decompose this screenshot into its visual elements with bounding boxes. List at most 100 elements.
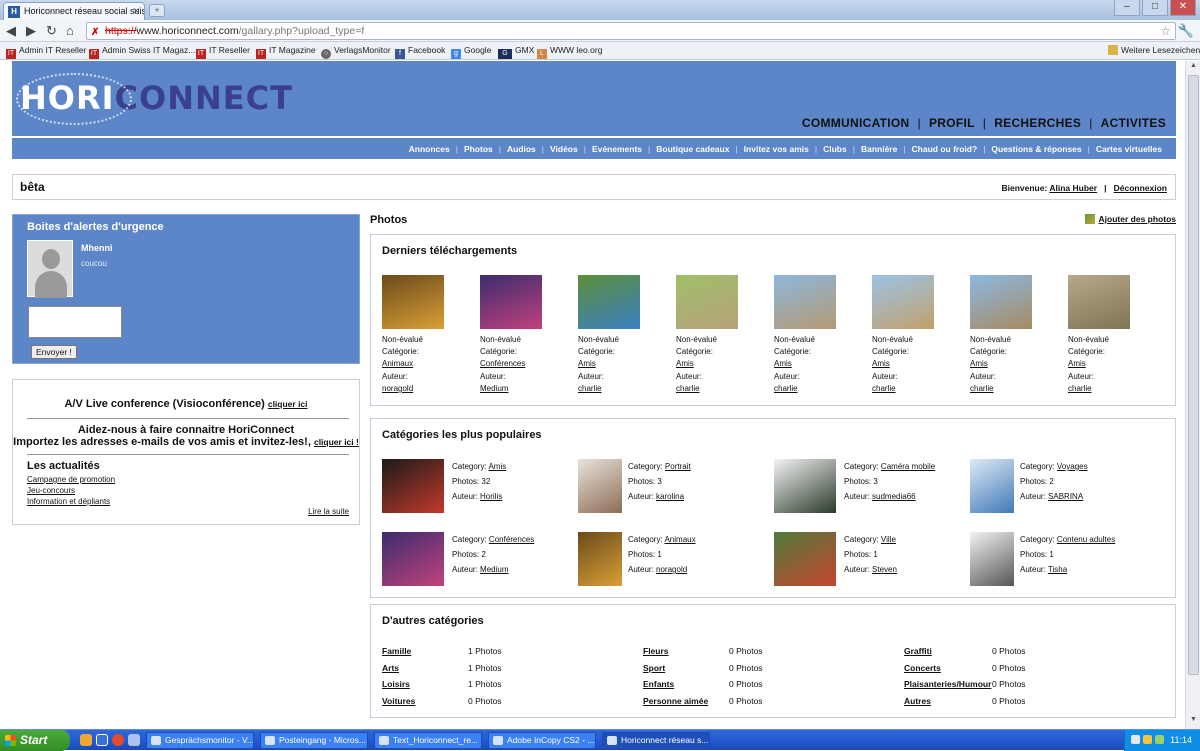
photo-thumbnail[interactable] xyxy=(382,275,444,329)
category-link[interactable]: Amis xyxy=(578,358,658,370)
bookmark-item[interactable]: IT IT Reseller xyxy=(196,45,250,59)
news-link[interactable]: Campagne de promotion xyxy=(27,474,115,485)
category-link[interactable]: Amis xyxy=(872,358,952,370)
close-window-icon[interactable]: ✕ xyxy=(1170,0,1196,16)
show-desktop-icon[interactable] xyxy=(128,734,140,746)
photo-thumbnail[interactable] xyxy=(774,275,836,329)
minimize-icon[interactable]: – xyxy=(1114,0,1140,16)
site-logo[interactable]: HORICONNECT xyxy=(16,73,293,125)
author-link[interactable]: Steven xyxy=(872,565,897,574)
category-thumbnail[interactable] xyxy=(970,532,1014,586)
photo-thumbnail[interactable] xyxy=(970,275,1032,329)
category-link[interactable]: Amis xyxy=(970,358,1050,370)
taskbar-item[interactable]: Text_Horiconnect_re... xyxy=(374,732,482,749)
author-link[interactable]: charlie xyxy=(578,383,658,395)
category-link[interactable]: Caméra mobile xyxy=(881,462,935,471)
quicklaunch-icon[interactable] xyxy=(80,734,92,746)
subnav-photos[interactable]: Photos xyxy=(458,144,499,154)
bookmark-item[interactable]: IT Admin Swiss IT Magaz... xyxy=(89,45,195,59)
scrollbar-thumb[interactable] xyxy=(1188,75,1199,675)
other-category-link[interactable]: Personne aimée xyxy=(643,693,708,709)
category-thumbnail[interactable] xyxy=(578,532,622,586)
scroll-down-icon[interactable]: ▼ xyxy=(1188,716,1199,728)
other-category-link[interactable]: Enfants xyxy=(643,676,674,692)
subnav-questions[interactable]: Questions & réponses xyxy=(985,144,1087,154)
other-category-link[interactable]: Fleurs xyxy=(643,643,669,659)
scroll-up-icon[interactable]: ▲ xyxy=(1188,62,1199,74)
new-tab-button[interactable]: + xyxy=(149,4,165,17)
photo-thumbnail[interactable] xyxy=(676,275,738,329)
subnav-audios[interactable]: Audios xyxy=(501,144,542,154)
nav-activites[interactable]: ACTIVITES xyxy=(1101,116,1166,130)
subnav-evenements[interactable]: Evénements xyxy=(586,144,648,154)
category-link[interactable]: Conférences xyxy=(489,535,534,544)
bookmark-item[interactable]: ○ VerlagsMonitor xyxy=(321,45,391,59)
user-name-link[interactable]: Alina Huber xyxy=(1049,183,1097,193)
photo-thumbnail[interactable] xyxy=(872,275,934,329)
reload-icon[interactable]: ↻ xyxy=(46,23,57,39)
bookmark-item[interactable]: L WWW leo.org xyxy=(537,45,602,59)
wrench-menu-icon[interactable]: 🔧 xyxy=(1178,23,1194,39)
category-thumbnail[interactable] xyxy=(382,459,444,513)
bookmark-star-icon[interactable]: ☆ xyxy=(1160,23,1171,39)
other-bookmarks[interactable]: Weitere Lesezeichen xyxy=(1108,45,1200,55)
category-link[interactable]: Contenu adultes xyxy=(1057,535,1115,544)
news-link[interactable]: Information et dépliants xyxy=(27,496,115,507)
author-link[interactable]: noragold xyxy=(382,383,462,395)
taskbar-item[interactable]: Posteingang - Micros... xyxy=(260,732,368,749)
page-scrollbar[interactable]: ▲ ▼ xyxy=(1185,61,1200,729)
chrome-icon[interactable] xyxy=(112,734,124,746)
close-tab-icon[interactable]: ✕ xyxy=(132,6,140,17)
alert-user-name[interactable]: Mhenni xyxy=(81,243,113,253)
taskbar-item[interactable]: Adobe InCopy CS2 - ... xyxy=(488,732,596,749)
author-link[interactable]: Medium xyxy=(480,383,560,395)
av-conference-link[interactable]: cliquer ici xyxy=(268,399,308,409)
other-category-link[interactable]: Plaisanteries/Humour xyxy=(904,676,991,692)
subnav-boutique[interactable]: Boutique cadeaux xyxy=(650,144,735,154)
author-link[interactable]: Medium xyxy=(480,565,508,574)
alert-message-input[interactable] xyxy=(28,306,122,338)
subnav-annonces[interactable]: Annonces xyxy=(403,144,456,154)
taskbar-item[interactable]: Gesprächsmonitor - V... xyxy=(146,732,254,749)
bookmark-item[interactable]: f Facebook xyxy=(395,45,445,59)
add-photos-link[interactable]: Ajouter des photos xyxy=(1084,214,1176,224)
other-category-link[interactable]: Arts xyxy=(382,660,399,676)
taskbar-item-active[interactable]: Horiconnect réseau s... xyxy=(602,732,710,749)
invite-link[interactable]: cliquer ici ! xyxy=(314,437,359,447)
other-category-link[interactable]: Concerts xyxy=(904,660,941,676)
author-link[interactable]: Tisha xyxy=(1048,565,1067,574)
category-link[interactable]: Conférences xyxy=(480,358,560,370)
category-link[interactable]: Amis xyxy=(676,358,756,370)
home-icon[interactable]: ⌂ xyxy=(66,23,74,39)
logout-link[interactable]: Déconnexion xyxy=(1114,183,1167,193)
bookmark-item[interactable]: G GMX xyxy=(498,45,534,59)
category-link[interactable]: Amis xyxy=(1068,358,1148,370)
category-link[interactable]: Ville xyxy=(881,535,896,544)
back-arrow-icon[interactable]: ◀ xyxy=(6,23,16,39)
author-link[interactable]: charlie xyxy=(774,383,854,395)
url-bar[interactable]: ✗ https://www.horiconnect.com/gallary.php… xyxy=(86,22,1176,40)
avatar[interactable] xyxy=(27,240,73,298)
bookmark-item[interactable]: IT Admin IT Reseller xyxy=(6,45,86,59)
author-link[interactable]: charlie xyxy=(970,383,1050,395)
subnav-videos[interactable]: Vidéos xyxy=(544,144,584,154)
author-link[interactable]: charlie xyxy=(676,383,756,395)
other-category-link[interactable]: Graffiti xyxy=(904,643,932,659)
category-link[interactable]: Animaux xyxy=(382,358,462,370)
browser-tab[interactable]: H Horiconnect réseau social suis ✕ xyxy=(3,2,145,20)
category-thumbnail[interactable] xyxy=(774,532,836,586)
tray-icon[interactable] xyxy=(1155,735,1164,744)
author-link[interactable]: sudmedia66 xyxy=(872,492,916,501)
subnav-clubs[interactable]: Clubs xyxy=(817,144,853,154)
category-link[interactable]: Amis xyxy=(774,358,854,370)
maximize-icon[interactable]: □ xyxy=(1142,0,1168,16)
subnav-chaud-froid[interactable]: Chaud ou froid? xyxy=(906,144,984,154)
category-thumbnail[interactable] xyxy=(774,459,836,513)
other-category-link[interactable]: Sport xyxy=(643,660,665,676)
author-link[interactable]: SABRINA xyxy=(1048,492,1083,501)
category-link[interactable]: Portrait xyxy=(665,462,691,471)
subnav-cartes[interactable]: Cartes virtuelles xyxy=(1090,144,1168,154)
clock[interactable]: 11:14 xyxy=(1170,735,1192,745)
nav-profil[interactable]: PROFIL xyxy=(929,116,975,130)
other-category-link[interactable]: Voitures xyxy=(382,693,415,709)
